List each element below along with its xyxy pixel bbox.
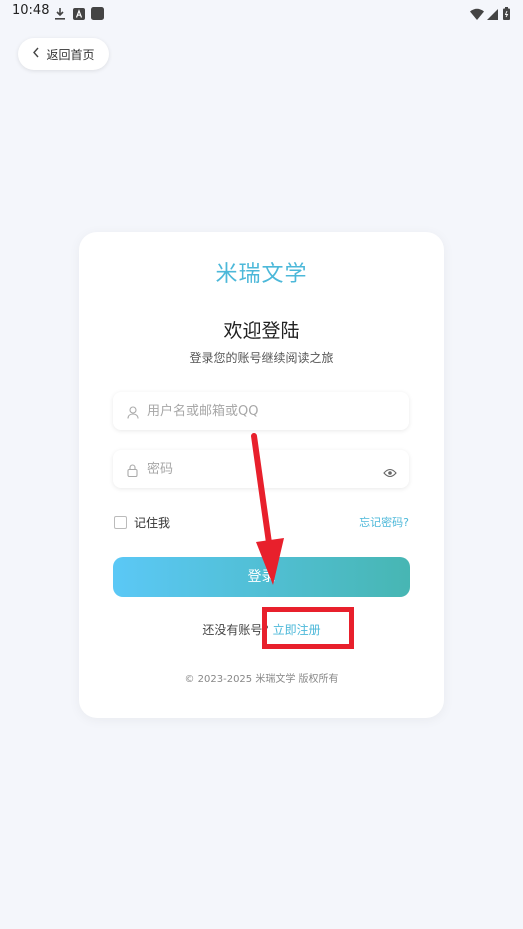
status-bar: 10:48	[0, 0, 523, 24]
download-icon	[54, 5, 66, 24]
forgot-password-link[interactable]: 忘记密码?	[359, 514, 409, 530]
user-icon	[127, 404, 139, 423]
eye-icon[interactable]	[383, 463, 397, 482]
app-square-icon	[91, 5, 104, 24]
no-account-text: 还没有账号?	[202, 623, 269, 637]
back-home-button[interactable]: 返回首页	[18, 38, 109, 70]
lock-icon	[127, 462, 138, 481]
page-subtitle: 登录您的账号继续阅读之旅	[189, 351, 334, 365]
username-input[interactable]	[145, 402, 379, 420]
signal-icon	[487, 5, 498, 24]
copyright-text: © 2023-2025 米瑞文学 版权所有	[184, 674, 339, 685]
chevron-left-icon	[32, 47, 40, 61]
wifi-icon	[470, 5, 484, 24]
brand-title: 米瑞文学	[215, 262, 308, 287]
battery-icon	[503, 5, 510, 24]
remember-checkbox[interactable]	[114, 516, 127, 529]
username-field	[113, 392, 409, 430]
annotation-arrow-icon	[251, 433, 284, 585]
annotation-highlight-box	[262, 607, 354, 649]
page-title: 欢迎登陆	[223, 320, 300, 342]
back-home-label: 返回首页	[46, 47, 95, 62]
a-badge-icon	[73, 5, 85, 24]
status-time: 10:48	[12, 3, 50, 18]
remember-label: 记住我	[134, 516, 171, 530]
remember-me[interactable]: 记住我	[114, 514, 170, 531]
